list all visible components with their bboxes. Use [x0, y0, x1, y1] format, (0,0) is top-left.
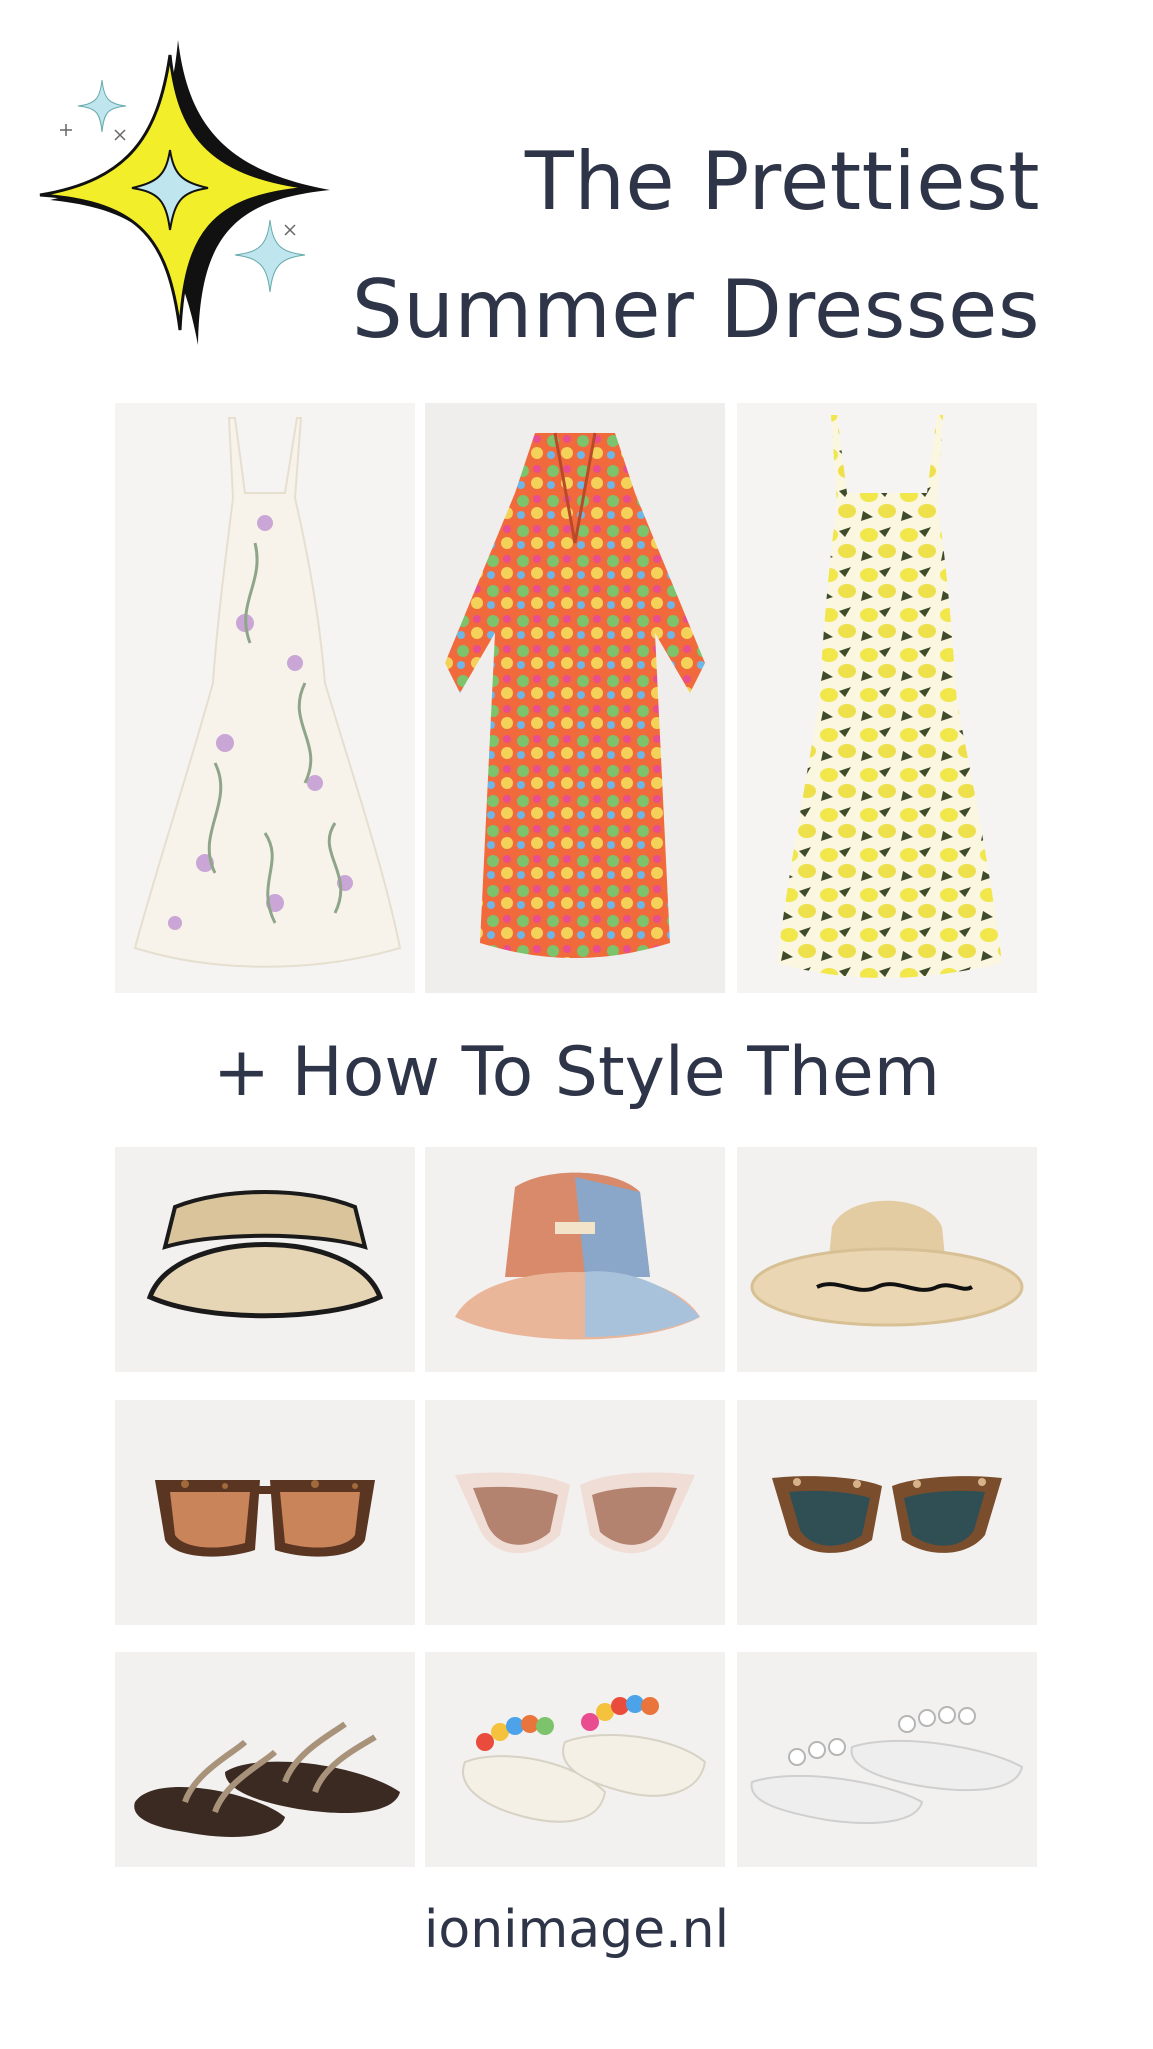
sunglasses-image-1: [115, 1400, 415, 1625]
dress-image-2: [425, 403, 725, 993]
sunglasses-image-3: [737, 1400, 1037, 1625]
sandals-image-3: [737, 1652, 1037, 1867]
sandals-image-1: [115, 1652, 415, 1867]
subtitle: + How To Style Them: [213, 1033, 940, 1112]
title-line-1: The Prettiest: [524, 135, 1040, 228]
sparkle-logo-icon: [30, 40, 350, 350]
hat-image-2: [425, 1147, 725, 1372]
dress-image-1: [115, 403, 415, 993]
hat-image-3: [737, 1147, 1037, 1372]
dress-image-3: [737, 403, 1037, 993]
sandals-image-2: [425, 1652, 725, 1867]
site-url: ionimage.nl: [423, 1900, 730, 1960]
title-line-2: Summer Dresses: [351, 263, 1040, 356]
sunglasses-image-2: [425, 1400, 725, 1625]
page-title: The Prettiest Summer Dresses: [340, 118, 1040, 374]
hat-image-1: [115, 1147, 415, 1372]
